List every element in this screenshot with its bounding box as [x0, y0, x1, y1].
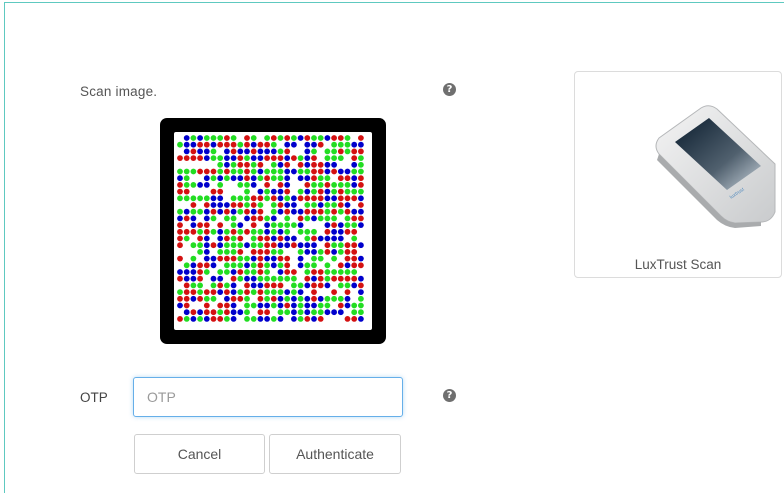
otp-help-icon[interactable]: ? — [443, 389, 456, 402]
authenticate-button[interactable]: Authenticate — [269, 434, 401, 474]
cancel-button[interactable]: Cancel — [134, 434, 265, 474]
luxtrust-scan-device-image: luxtrust — [655, 105, 776, 228]
color-code-frame — [160, 118, 386, 344]
color-scan-code — [177, 135, 364, 322]
device-caption: LuxTrust Scan — [634, 257, 722, 272]
scan-image-label: Scan image. — [80, 84, 158, 99]
device-card-luxtrust-scan[interactable]: luxtrust LuxTrust Scan — [574, 71, 782, 278]
otp-input[interactable] — [133, 377, 403, 417]
scan-help-icon[interactable]: ? — [443, 83, 456, 96]
otp-label: OTP — [80, 390, 108, 405]
